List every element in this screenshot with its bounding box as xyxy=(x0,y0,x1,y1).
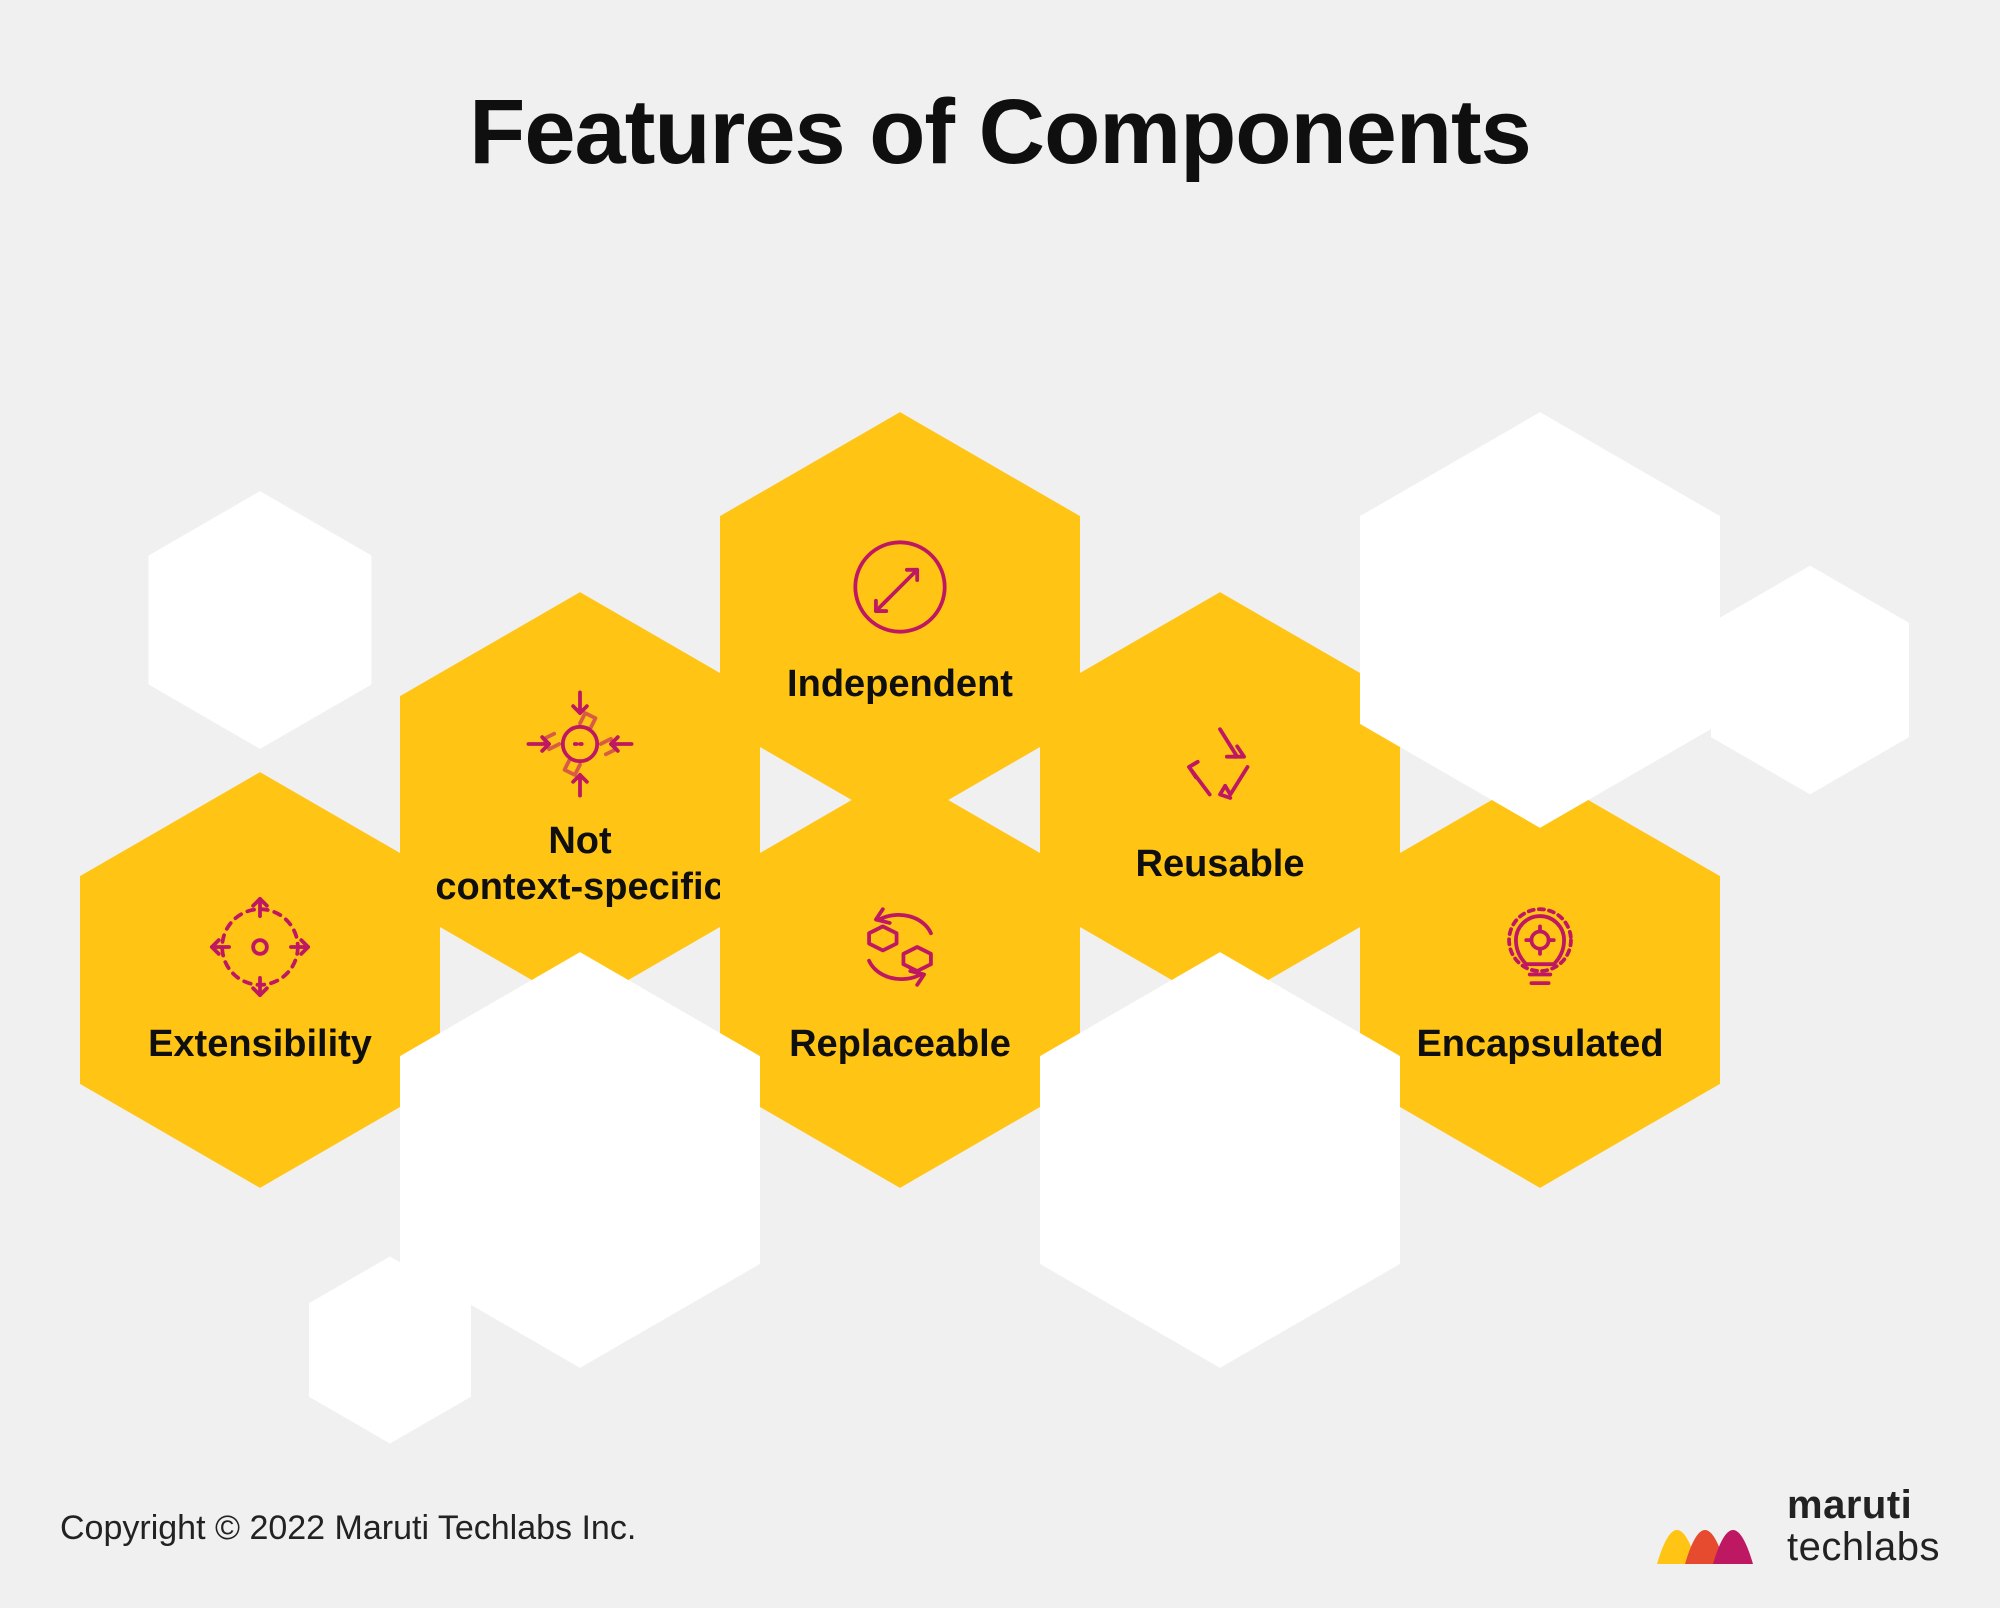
feature-label-ncs: Not context-specific xyxy=(405,819,754,910)
feature-label-ind: Independent xyxy=(757,662,1043,708)
arrows-out-circle-icon xyxy=(845,532,955,642)
swap-boxes-icon xyxy=(845,892,955,1002)
brand-logo-icon xyxy=(1647,1486,1767,1566)
hex-cell-empty xyxy=(1360,412,1720,828)
hex-cell-ext: Extensibility xyxy=(80,772,440,1188)
feature-label-reu: Reusable xyxy=(1106,842,1335,888)
brand-line1: maruti xyxy=(1787,1483,1912,1527)
hex-canvas: Extensibility Not context-specific Indep… xyxy=(0,0,2000,1608)
hex-cell-empty xyxy=(1711,566,1909,795)
hex-cell-empty xyxy=(1040,952,1400,1368)
hex-cell-ncs: Not context-specific xyxy=(400,592,760,1008)
feature-label-enc: Encapsulated xyxy=(1386,1022,1693,1068)
hex-cell-empty xyxy=(148,491,371,749)
hex-cell-empty xyxy=(309,1256,471,1443)
gear-arrows-in-icon xyxy=(525,689,635,799)
feature-label-ext: Extensibility xyxy=(118,1022,402,1068)
bulb-gear-icon xyxy=(1485,892,1595,1002)
brand-name: maruti techlabs xyxy=(1787,1484,1940,1568)
crosshair-expand-icon xyxy=(205,892,315,1002)
brand-line2: techlabs xyxy=(1787,1526,1940,1568)
brand-block: maruti techlabs xyxy=(1647,1484,1940,1568)
hex-cell-ind: Independent xyxy=(720,412,1080,828)
recycle-icon xyxy=(1165,712,1275,822)
hex-cell-enc: Encapsulated xyxy=(1360,772,1720,1188)
copyright-text: Copyright © 2022 Maruti Techlabs Inc. xyxy=(60,1509,636,1548)
feature-label-rep: Replaceable xyxy=(759,1022,1041,1068)
hex-cell-reu: Reusable xyxy=(1040,592,1400,1008)
hex-cell-rep: Replaceable xyxy=(720,772,1080,1188)
